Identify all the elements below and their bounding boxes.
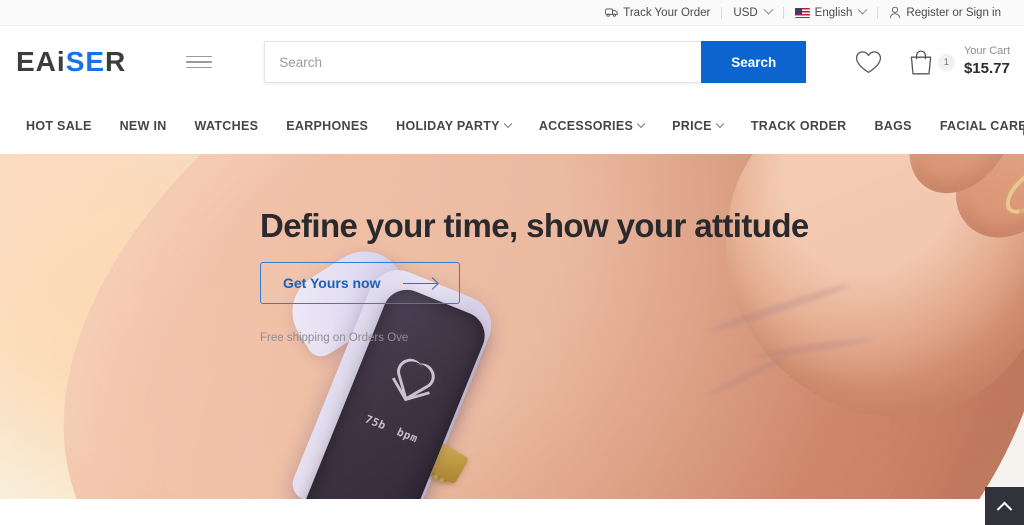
currency-selector[interactable]: USD [722, 4, 782, 21]
search-bar: Search [264, 41, 807, 83]
logo-part-2: SE [65, 46, 106, 77]
account-link[interactable]: Register or Sign in [878, 5, 1012, 21]
nav-label: BAGS [874, 119, 912, 133]
nav-label: HOLIDAY PARTY [396, 119, 500, 133]
search-input[interactable] [264, 41, 702, 83]
chevron-down-icon [715, 119, 725, 129]
nav-item-facial-care[interactable]: HOT FACIAL CARE [926, 119, 1024, 136]
shopping-bag-icon [910, 50, 932, 75]
nav-label: FACIAL CARE [939, 119, 1024, 133]
currency-label: USD [733, 6, 758, 19]
nav-item-watches[interactable]: WATCHES [181, 98, 273, 154]
hero-banner[interactable]: 75b bpm Define your time, show your atti… [0, 154, 1024, 499]
nav-label: HOT SALE [26, 119, 92, 133]
page-root: Track Your Order USD English Register or… [0, 0, 1024, 525]
nav-item-holiday-party[interactable]: HOLIDAY PARTY [382, 98, 525, 154]
nav-label: ACCESSORIES [538, 119, 634, 133]
nav-label: EARPHONES [286, 119, 369, 133]
us-flag-icon [794, 7, 810, 18]
cart-button[interactable]: 1 Your Cart $15.77 [908, 44, 1010, 79]
heart-icon [855, 50, 881, 73]
nav-right-group: BAGS HOT FACIAL CARE [860, 119, 1024, 136]
hamburger-icon[interactable] [186, 49, 213, 75]
scroll-to-top-button[interactable] [985, 487, 1024, 525]
cart-label: Your Cart [963, 45, 1010, 58]
arrow-right-icon [402, 282, 437, 285]
cart-bag-wrap: 1 [908, 48, 955, 76]
nav-item-price[interactable]: PRICE [658, 98, 737, 154]
cta-label: Get Yours now [283, 275, 381, 292]
tracker-stat-unit: bpm [394, 425, 421, 446]
cart-summary: Your Cart $15.77 [964, 44, 1010, 79]
language-label: English [814, 6, 853, 19]
tracker-stat-bpm: 75b [362, 412, 389, 433]
site-header: EAiSER Search 1 [0, 26, 1024, 98]
header-actions: 1 Your Cart $15.77 [855, 44, 1010, 79]
wishlist-button[interactable] [855, 50, 882, 75]
search-button[interactable]: Search [701, 41, 807, 83]
nav-item-hot-sale[interactable]: HOT SALE [12, 98, 106, 154]
utility-bar: Track Your Order USD English Register or… [0, 0, 1024, 26]
chevron-down-icon [503, 119, 513, 129]
track-order-label: Track Your Order [623, 6, 711, 19]
nav-label: WATCHES [194, 119, 259, 133]
get-yours-now-button[interactable]: Get Yours now [260, 262, 460, 305]
nav-item-earphones[interactable]: EARPHONES [272, 98, 382, 154]
truck-icon [605, 8, 618, 17]
cart-count-badge: 1 [937, 53, 955, 71]
nav-item-bags[interactable]: BAGS [860, 119, 925, 133]
nav-item-track-order[interactable]: TRACK ORDER [737, 98, 861, 154]
heart-rate-icon [384, 348, 442, 404]
chevron-down-icon [763, 4, 774, 15]
tracker-stats: 75b bpm [363, 413, 420, 446]
account-label: Register or Sign in [906, 6, 1001, 19]
chevron-down-icon [636, 119, 646, 129]
chevron-down-icon [857, 4, 868, 15]
nav-label: TRACK ORDER [750, 119, 847, 133]
user-icon [890, 6, 901, 19]
logo-part-3: R [105, 46, 127, 77]
nav-item-new-in[interactable]: NEW IN [106, 98, 181, 154]
site-logo[interactable]: EAiSER [16, 48, 126, 76]
hero-copy: Define your time, show your attitude Get… [260, 207, 809, 345]
hero-shipping-note: Free shipping on Orders Ove [260, 332, 409, 345]
chevron-up-icon [996, 501, 1013, 517]
cart-total: $15.77 [963, 60, 1010, 78]
nav-label: PRICE [672, 119, 712, 133]
track-order-link[interactable]: Track Your Order [594, 5, 721, 21]
nav-label: NEW IN [119, 119, 167, 133]
main-navigation: HOT SALE NEW IN WATCHES EARPHONES HOLIDA… [0, 98, 1024, 154]
language-selector[interactable]: English [784, 4, 878, 21]
hero-headline: Define your time, show your attitude [260, 207, 809, 244]
logo-part-1: EAi [16, 46, 66, 77]
nav-item-accessories[interactable]: ACCESSORIES [525, 98, 658, 154]
